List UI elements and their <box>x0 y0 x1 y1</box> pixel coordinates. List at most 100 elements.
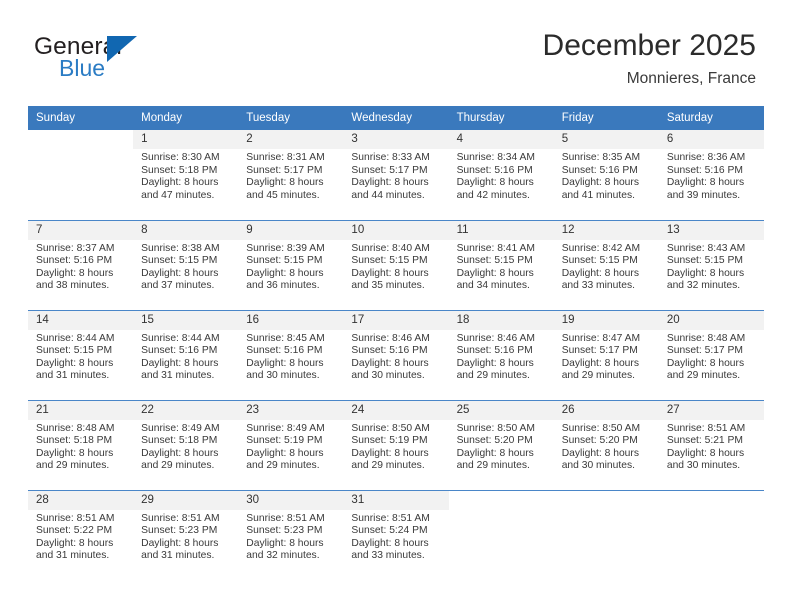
day-number: 27 <box>658 400 764 420</box>
day-cell[interactable]: 31 Sunrise: 8:51 AM Sunset: 5:24 PM Dayligh… <box>343 489 449 580</box>
day-cell[interactable]: 3 Sunrise: 8:33 AM Sunset: 5:17 PM Daylight… <box>343 130 449 220</box>
sunset-text: Sunset: 5:16 PM <box>141 345 218 357</box>
day-cell[interactable]: 25 Sunrise: 8:50 AM Sunset: 5:20 PM Dayligh… <box>448 399 554 490</box>
day-cell[interactable]: 8 Sunrise: 8:38 AM Sunset: 5:15 PM Daylight… <box>133 219 239 310</box>
daylight-text-line1: Daylight: 8 hours <box>351 357 429 369</box>
calendar-week-row: 1 Sunrise: 8:30 AM Sunset: 5:18 PM Daylight… <box>28 130 764 220</box>
daylight-text-line2: and 29 minutes. <box>666 370 741 382</box>
day-details: Sunrise: 8:30 AM Sunset: 5:18 PM Daylight:… <box>133 149 238 202</box>
day-number: 26 <box>553 400 659 420</box>
day-cell[interactable]: 30 Sunrise: 8:51 AM Sunset: 5:23 PM Dayligh… <box>238 489 344 580</box>
day-cell[interactable]: 19 Sunrise: 8:47 AM Sunset: 5:17 PM Dayligh… <box>553 309 659 400</box>
day-cell[interactable]: 28 Sunrise: 8:51 AM Sunset: 5:22 PM Dayligh… <box>28 489 134 580</box>
day-cell[interactable]: 14 Sunrise: 8:44 AM Sunset: 5:15 PM Dayligh… <box>28 309 134 400</box>
day-cell[interactable]: 16 Sunrise: 8:45 AM Sunset: 5:16 PM Dayligh… <box>238 309 344 400</box>
day-cell[interactable]: 21 Sunrise: 8:48 AM Sunset: 5:18 PM Dayligh… <box>28 399 134 490</box>
sunset-text: Sunset: 5:16 PM <box>351 345 428 357</box>
day-number: 11 <box>448 220 554 240</box>
day-details: Sunrise: 8:41 AM Sunset: 5:15 PM Daylight:… <box>449 240 554 293</box>
page-header: General Blue December 2025 Monnieres, Fr… <box>0 0 792 104</box>
day-cell[interactable]: 13 Sunrise: 8:43 AM Sunset: 5:15 PM Dayligh… <box>658 219 764 310</box>
day-details: Sunrise: 8:49 AM Sunset: 5:19 PM Daylight:… <box>238 420 343 473</box>
sunrise-text: Sunrise: 8:46 AM <box>456 332 535 344</box>
sunrise-text: Sunrise: 8:51 AM <box>246 512 325 524</box>
sunset-text: Sunset: 5:16 PM <box>456 345 533 357</box>
sunrise-text: Sunrise: 8:43 AM <box>666 242 746 254</box>
daylight-text-line1: Daylight: 8 hours <box>141 447 219 459</box>
day-cell[interactable]: 12 Sunrise: 8:42 AM Sunset: 5:15 PM Dayligh… <box>553 219 659 310</box>
sunset-text: Sunset: 5:16 PM <box>246 345 323 357</box>
day-number <box>659 491 764 510</box>
sunrise-text: Sunrise: 8:48 AM <box>36 422 115 434</box>
daylight-text-line1: Daylight: 8 hours <box>141 267 219 279</box>
day-details: Sunrise: 8:43 AM Sunset: 5:15 PM Daylight:… <box>659 240 764 293</box>
daylight-text-line1: Daylight: 8 hours <box>456 357 534 369</box>
daylight-text-line2: and 34 minutes. <box>456 280 530 292</box>
day-cell[interactable]: 15 Sunrise: 8:44 AM Sunset: 5:16 PM Dayligh… <box>133 309 239 400</box>
daylight-text-line2: and 33 minutes. <box>561 280 635 292</box>
sunrise-text: Sunrise: 8:40 AM <box>351 242 430 254</box>
day-details: Sunrise: 8:51 AM Sunset: 5:23 PM Daylight:… <box>238 510 343 563</box>
day-number: 12 <box>553 220 659 240</box>
daylight-text-line2: and 31 minutes. <box>141 370 215 382</box>
day-cell[interactable]: 29 Sunrise: 8:51 AM Sunset: 5:23 PM Dayligh… <box>133 489 239 580</box>
day-number: 21 <box>28 400 134 420</box>
sunrise-text: Sunrise: 8:31 AM <box>246 152 325 163</box>
page-subtitle: Monnieres, France <box>626 70 756 87</box>
daylight-text-line1: Daylight: 8 hours <box>561 267 639 279</box>
day-cell[interactable]: 27 Sunrise: 8:51 AM Sunset: 5:21 PM Dayligh… <box>658 399 764 490</box>
sunrise-text: Sunrise: 8:38 AM <box>141 242 220 254</box>
general-blue-logo[interactable]: General Blue <box>34 33 264 93</box>
day-number: 15 <box>133 310 239 330</box>
daylight-text-line1: Daylight: 8 hours <box>36 447 114 459</box>
daylight-text-line2: and 29 minutes. <box>246 460 320 472</box>
sunrise-text: Sunrise: 8:33 AM <box>351 152 430 163</box>
day-cell[interactable]: 26 Sunrise: 8:50 AM Sunset: 5:20 PM Dayligh… <box>553 399 659 490</box>
daylight-text-line1: Daylight: 8 hours <box>246 537 324 549</box>
daylight-text-line1: Daylight: 8 hours <box>666 357 745 369</box>
day-number: 22 <box>133 400 239 420</box>
daylight-text-line2: and 29 minutes. <box>141 460 215 472</box>
day-cell[interactable]: 1 Sunrise: 8:30 AM Sunset: 5:18 PM Daylight… <box>133 130 239 220</box>
day-cell[interactable]: 10 Sunrise: 8:40 AM Sunset: 5:15 PM Dayligh… <box>343 219 449 310</box>
day-details: Sunrise: 8:50 AM Sunset: 5:20 PM Daylight:… <box>449 420 554 473</box>
weekday-header-saturday: Saturday <box>658 106 764 130</box>
daylight-text-line2: and 31 minutes. <box>141 550 215 562</box>
day-number: 5 <box>553 130 659 149</box>
day-details: Sunrise: 8:46 AM Sunset: 5:16 PM Daylight:… <box>449 330 554 383</box>
title-block: December 2025 Monnieres, France <box>543 28 756 90</box>
daylight-text-line1: Daylight: 8 hours <box>141 537 219 549</box>
day-cell[interactable]: 4 Sunrise: 8:34 AM Sunset: 5:16 PM Daylight… <box>448 130 554 220</box>
sunrise-text: Sunrise: 8:50 AM <box>351 422 430 434</box>
weekday-header-monday: Monday <box>133 106 239 130</box>
daylight-text-line2: and 29 minutes. <box>456 370 530 382</box>
day-cell[interactable]: 9 Sunrise: 8:39 AM Sunset: 5:15 PM Daylight… <box>238 219 344 310</box>
day-cell[interactable]: 20 Sunrise: 8:48 AM Sunset: 5:17 PM Dayligh… <box>658 309 764 400</box>
sunrise-text: Sunrise: 8:30 AM <box>141 152 220 163</box>
daylight-text-line2: and 45 minutes. <box>246 189 320 201</box>
daylight-text-line1: Daylight: 8 hours <box>456 447 534 459</box>
day-details: Sunrise: 8:50 AM Sunset: 5:20 PM Daylight:… <box>554 420 659 473</box>
sunset-text: Sunset: 5:20 PM <box>561 435 638 447</box>
day-cell[interactable]: 6 Sunrise: 8:36 AM Sunset: 5:16 PM Daylight… <box>658 130 764 220</box>
day-cell[interactable]: 11 Sunrise: 8:41 AM Sunset: 5:15 PM Dayligh… <box>448 219 554 310</box>
day-cell[interactable]: 22 Sunrise: 8:49 AM Sunset: 5:18 PM Dayligh… <box>133 399 239 490</box>
day-cell[interactable]: 2 Sunrise: 8:31 AM Sunset: 5:17 PM Daylight… <box>238 130 344 220</box>
day-cell[interactable]: 18 Sunrise: 8:46 AM Sunset: 5:16 PM Dayligh… <box>448 309 554 400</box>
sunset-text: Sunset: 5:15 PM <box>351 255 428 267</box>
day-cell[interactable]: 7 Sunrise: 8:37 AM Sunset: 5:16 PM Daylight… <box>28 219 134 310</box>
day-number: 10 <box>343 220 449 240</box>
day-number: 16 <box>238 310 344 330</box>
day-number: 1 <box>133 130 239 149</box>
day-cell[interactable]: 24 Sunrise: 8:50 AM Sunset: 5:19 PM Dayligh… <box>343 399 449 490</box>
daylight-text-line2: and 33 minutes. <box>351 550 425 562</box>
sunset-text: Sunset: 5:17 PM <box>351 164 428 176</box>
daylight-text-line2: and 44 minutes. <box>351 189 425 201</box>
day-cell[interactable]: 23 Sunrise: 8:49 AM Sunset: 5:19 PM Dayligh… <box>238 399 344 490</box>
sunset-text: Sunset: 5:24 PM <box>351 525 428 537</box>
daylight-text-line1: Daylight: 8 hours <box>36 357 114 369</box>
page-title: December 2025 <box>542 29 756 62</box>
day-cell[interactable]: 5 Sunrise: 8:35 AM Sunset: 5:16 PM Daylight… <box>553 130 659 220</box>
sunrise-text: Sunrise: 8:45 AM <box>246 332 325 344</box>
day-cell[interactable]: 17 Sunrise: 8:46 AM Sunset: 5:16 PM Dayligh… <box>343 309 449 400</box>
